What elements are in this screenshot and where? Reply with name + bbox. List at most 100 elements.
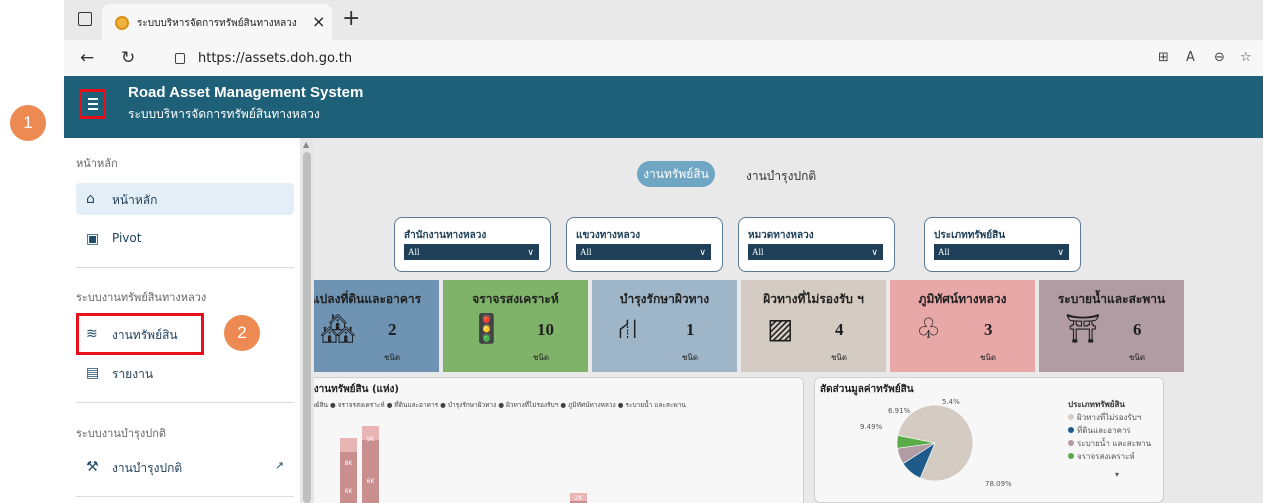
pie-legend-item[interactable]: จราจรสงเคราะห์: [1068, 450, 1135, 463]
filter-asset-type: ประเภททรัพย์สิน All ∨: [924, 217, 1081, 272]
sidebar-item-routine-maintenance[interactable]: ⚒ งานบำรุงปกติ ↗: [76, 451, 294, 483]
card-pavement[interactable]: บำรุงรักษาผิวทาง ⛙ 1 ชนิด: [592, 280, 737, 372]
card-drainage-bridges[interactable]: ระบายน้ำและสะพาน ⛩ 6 ชนิด: [1039, 280, 1184, 372]
close-tab-icon[interactable]: ×: [312, 12, 325, 32]
sidebar-item-label: หน้าหลัก: [112, 193, 158, 207]
chevron-down-icon: ∨: [1057, 247, 1064, 257]
filter-label: หมวดทางหลวง: [748, 230, 814, 241]
tab-strip: ระบบบริหารจัดการทรัพย์สินทางหลวง × +: [64, 0, 1263, 40]
card-traffic[interactable]: จราจรสงเคราะห์ 🚦 10 ชนิด: [443, 280, 588, 372]
card-value: 10: [537, 320, 554, 339]
bar-label: 9K: [366, 436, 375, 443]
legend-more-icon[interactable]: ▾: [1115, 470, 1119, 479]
filter-select[interactable]: All ∨: [576, 244, 711, 260]
legend-dot: [1068, 453, 1074, 459]
bar-label: 6K: [344, 488, 353, 495]
pie-label: 6.91%: [888, 407, 911, 415]
read-aloud-icon[interactable]: A: [1186, 50, 1195, 65]
url-field[interactable]: https://assets.doh.go.th: [198, 51, 352, 66]
tree-icon: ♧: [916, 312, 942, 345]
tab-title: ระบบบริหารจัดการทรัพย์สินทางหลวง: [137, 18, 297, 29]
favicon-icon: [115, 16, 129, 30]
card-title: ระบายน้ำและสะพาน: [1057, 292, 1166, 306]
app-header: Road Asset Management System ระบบบริหารจ…: [64, 76, 1263, 138]
site-info-icon[interactable]: [175, 53, 185, 64]
asset-group-bar-panel: กลุ่มงานทรัพย์สิน (แห่ง) นิดทรัพย์สิน ● …: [294, 377, 804, 503]
bar[interactable]: 2K4K: [570, 493, 587, 503]
bar-chart-legend: นิดทรัพย์สิน ● จราจรสงเคราะห์ ● ที่ดินแล…: [295, 401, 686, 409]
sidebar-item-home[interactable]: ⌂ หน้าหลัก: [76, 183, 294, 215]
pie-label: 78.09%: [985, 480, 1012, 488]
card-unsupported-surface[interactable]: ผิวทางที่ไม่รองรับ ฯ ▨ 4 ชนิด: [741, 280, 886, 372]
card-title: บำรุงรักษาผิวทาง: [619, 292, 710, 306]
sidebar-item-pivot[interactable]: ▣ Pivot: [76, 223, 294, 255]
filter-highway-section: หมวดทางหลวง All ∨: [738, 217, 895, 272]
chevron-down-icon: ∨: [527, 247, 534, 257]
home-icon: ⌂: [86, 191, 95, 207]
filter-label: ประเภททรัพย์สิน: [934, 230, 1006, 241]
tab-assets[interactable]: งานทรัพย์สิน: [637, 161, 715, 187]
card-unit: ชนิด: [384, 353, 401, 362]
pie-legend-title: ประเภททรัพย์สิน: [1068, 400, 1125, 409]
hamburger-icon-line: [88, 103, 98, 105]
sidebar-menu: หน้าหลัก ⌂ หน้าหลัก ▣ Pivot ระบบงานทรัพย…: [64, 138, 300, 503]
sidebar-item-reports[interactable]: ▤ รายงาน: [76, 357, 294, 389]
highlight-assets-item: [76, 313, 204, 355]
card-value: 6: [1133, 320, 1142, 339]
bar-label: 6K: [366, 478, 375, 485]
card-landscape[interactable]: ภูมิทัศน์ทางหลวง ♧ 3 ชนิด: [890, 280, 1035, 372]
scroll-up-icon[interactable]: ▲: [303, 140, 309, 149]
sidebar-scrollbar[interactable]: ▲: [300, 138, 314, 503]
report-icon: ▤: [86, 365, 100, 381]
filter-select[interactable]: All ∨: [934, 244, 1069, 260]
card-title: ผิวทางที่ไม่รองรับ ฯ: [763, 292, 864, 306]
tab-routine-maintenance[interactable]: งานบำรุงปกติ: [746, 167, 816, 186]
maintenance-icon: ⚒: [86, 459, 99, 475]
external-link-icon[interactable]: ↗: [275, 459, 284, 472]
browser-tab[interactable]: ระบบบริหารจัดการทรัพย์สินทางหลวง ×: [102, 4, 332, 40]
new-tab-button[interactable]: +: [342, 7, 360, 31]
bar[interactable]: 9K 6K: [362, 426, 379, 503]
sidebar-section-label: ระบบงานบำรุงปกติ: [76, 427, 167, 440]
address-bar: ← ↻ https://assets.doh.go.th ⊞ A ⊖ ☆: [64, 40, 1263, 76]
asset-value-pie-panel: สัดส่วนมูลค่าทรัพย์สิน 5.4% 6.91% 9.49% …: [814, 377, 1164, 503]
card-land-buildings[interactable]: แปลงที่ดินและอาคาร 🏘 2 ชนิด: [294, 280, 439, 372]
legend-label: ระบายน้ำ และสะพาน: [1077, 439, 1152, 448]
filter-select[interactable]: All ∨: [748, 244, 883, 260]
legend-label: ผิวทางที่ไม่รองรับฯ: [1077, 413, 1142, 422]
sidebar-section-label: หน้าหลัก: [76, 157, 118, 170]
bar-segment: [340, 438, 357, 452]
bar[interactable]: 8K 6K: [340, 438, 357, 503]
sidebar-item-label: งานบำรุงปกติ: [112, 461, 183, 475]
city-icon: 🏘: [320, 312, 356, 345]
back-icon[interactable]: ←: [80, 49, 94, 67]
tab-actions-icon[interactable]: [78, 12, 92, 26]
filter-value: All: [408, 247, 420, 257]
card-unit: ชนิด: [980, 353, 997, 362]
barrier-icon: ▨: [767, 312, 794, 345]
pivot-icon: ▣: [86, 231, 100, 247]
zoom-icon[interactable]: ⊖: [1214, 50, 1225, 65]
card-unit: ชนิด: [831, 353, 848, 362]
pie-legend-item[interactable]: ที่ดินและอาคาร: [1068, 424, 1131, 437]
sidebar-item-label: Pivot: [112, 231, 142, 245]
legend-dot: [1068, 427, 1074, 433]
menu-toggle-button[interactable]: [79, 89, 106, 119]
sidebar-item-label: รายงาน: [112, 367, 154, 381]
card-value: 1: [686, 320, 695, 339]
filter-value: All: [752, 247, 764, 257]
pie-legend-item[interactable]: ผิวทางที่ไม่รองรับฯ: [1068, 411, 1141, 424]
road-icon: ⛙: [618, 312, 638, 345]
favorite-icon[interactable]: ☆: [1240, 50, 1252, 65]
card-title: ภูมิทัศน์ทางหลวง: [918, 292, 1007, 306]
scroll-thumb[interactable]: [303, 152, 311, 503]
filter-select[interactable]: All ∨: [404, 244, 539, 260]
split-screen-icon[interactable]: ⊞: [1158, 50, 1169, 65]
step-badge-2: 2: [224, 315, 260, 351]
pie-legend-item[interactable]: ระบายน้ำ และสะพาน: [1068, 437, 1151, 450]
refresh-icon[interactable]: ↻: [121, 49, 135, 67]
hamburger-icon-line: [88, 108, 98, 110]
pie-label: 9.49%: [860, 423, 883, 431]
divider: [76, 402, 294, 403]
legend-label: ที่ดินและอาคาร: [1077, 426, 1131, 435]
